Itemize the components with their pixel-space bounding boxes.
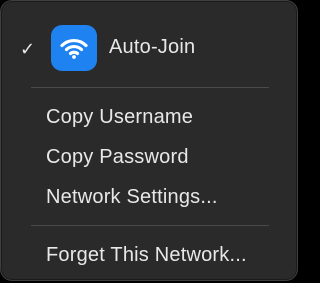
copy-username-label: Copy Username <box>46 105 194 128</box>
network-settings-label: Network Settings... <box>46 185 218 208</box>
copy-password-label: Copy Password <box>46 145 189 168</box>
forget-network-label: Forget This Network... <box>46 243 247 266</box>
menu-separator <box>31 87 269 88</box>
checkmark-icon: ✓ <box>20 39 36 59</box>
menu-item-network-settings[interactable]: Network Settings... <box>1 181 297 213</box>
menu-item-copy-password[interactable]: Copy Password <box>1 141 297 173</box>
menu-separator <box>31 225 269 226</box>
auto-join-label: Auto-Join <box>109 36 196 58</box>
menu-item-copy-username[interactable]: Copy Username <box>1 101 297 133</box>
wifi-icon <box>51 25 97 71</box>
menu-item-forget-network[interactable]: Forget This Network... <box>1 239 297 271</box>
wifi-network-context-menu: ✓ Auto-Join Copy Username Copy Password … <box>0 0 298 281</box>
